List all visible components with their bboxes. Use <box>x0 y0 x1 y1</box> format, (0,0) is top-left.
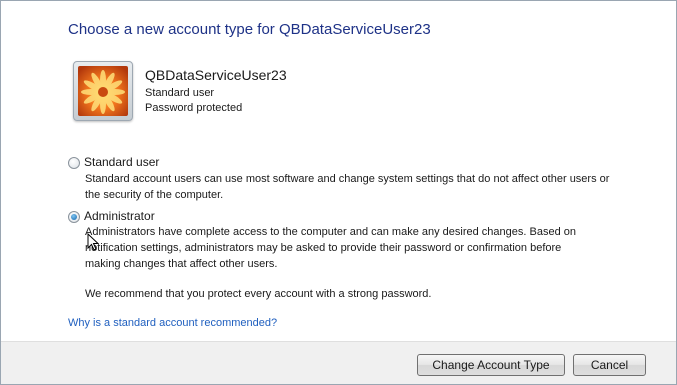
flower-user-picture-icon <box>73 61 133 121</box>
account-type-window: Choose a new account type for QBDataServ… <box>0 0 677 385</box>
standard-user-desc-line: Standard account users can use most soft… <box>85 173 610 185</box>
user-password-status: Password protected <box>145 102 243 114</box>
administrator-desc-line: notification settings, administrators ma… <box>85 242 562 254</box>
standard-user-radio[interactable] <box>68 157 80 169</box>
page-title: Choose a new account type for QBDataServ… <box>68 21 431 38</box>
administrator-desc-line: Administrators have complete access to t… <box>85 226 576 238</box>
administrator-description: Administrators have complete access to t… <box>85 224 576 272</box>
change-account-type-button[interactable]: Change Account Type <box>417 354 565 376</box>
password-recommendation: We recommend that you protect every acco… <box>85 288 432 300</box>
standard-user-label[interactable]: Standard user <box>84 155 159 169</box>
user-name: QBDataServiceUser23 <box>145 67 287 83</box>
standard-account-help-link[interactable]: Why is a standard account recommended? <box>68 317 277 329</box>
standard-user-desc-line: the security of the computer. <box>85 189 224 201</box>
cancel-button[interactable]: Cancel <box>573 354 646 376</box>
user-account-type: Standard user <box>145 87 215 99</box>
administrator-radio[interactable] <box>68 211 80 223</box>
administrator-desc-line: making changes that affect other users. <box>85 258 278 270</box>
standard-user-description: Standard account users can use most soft… <box>85 171 609 203</box>
administrator-label[interactable]: Administrator <box>84 209 155 223</box>
mouse-pointer-icon <box>87 233 99 251</box>
